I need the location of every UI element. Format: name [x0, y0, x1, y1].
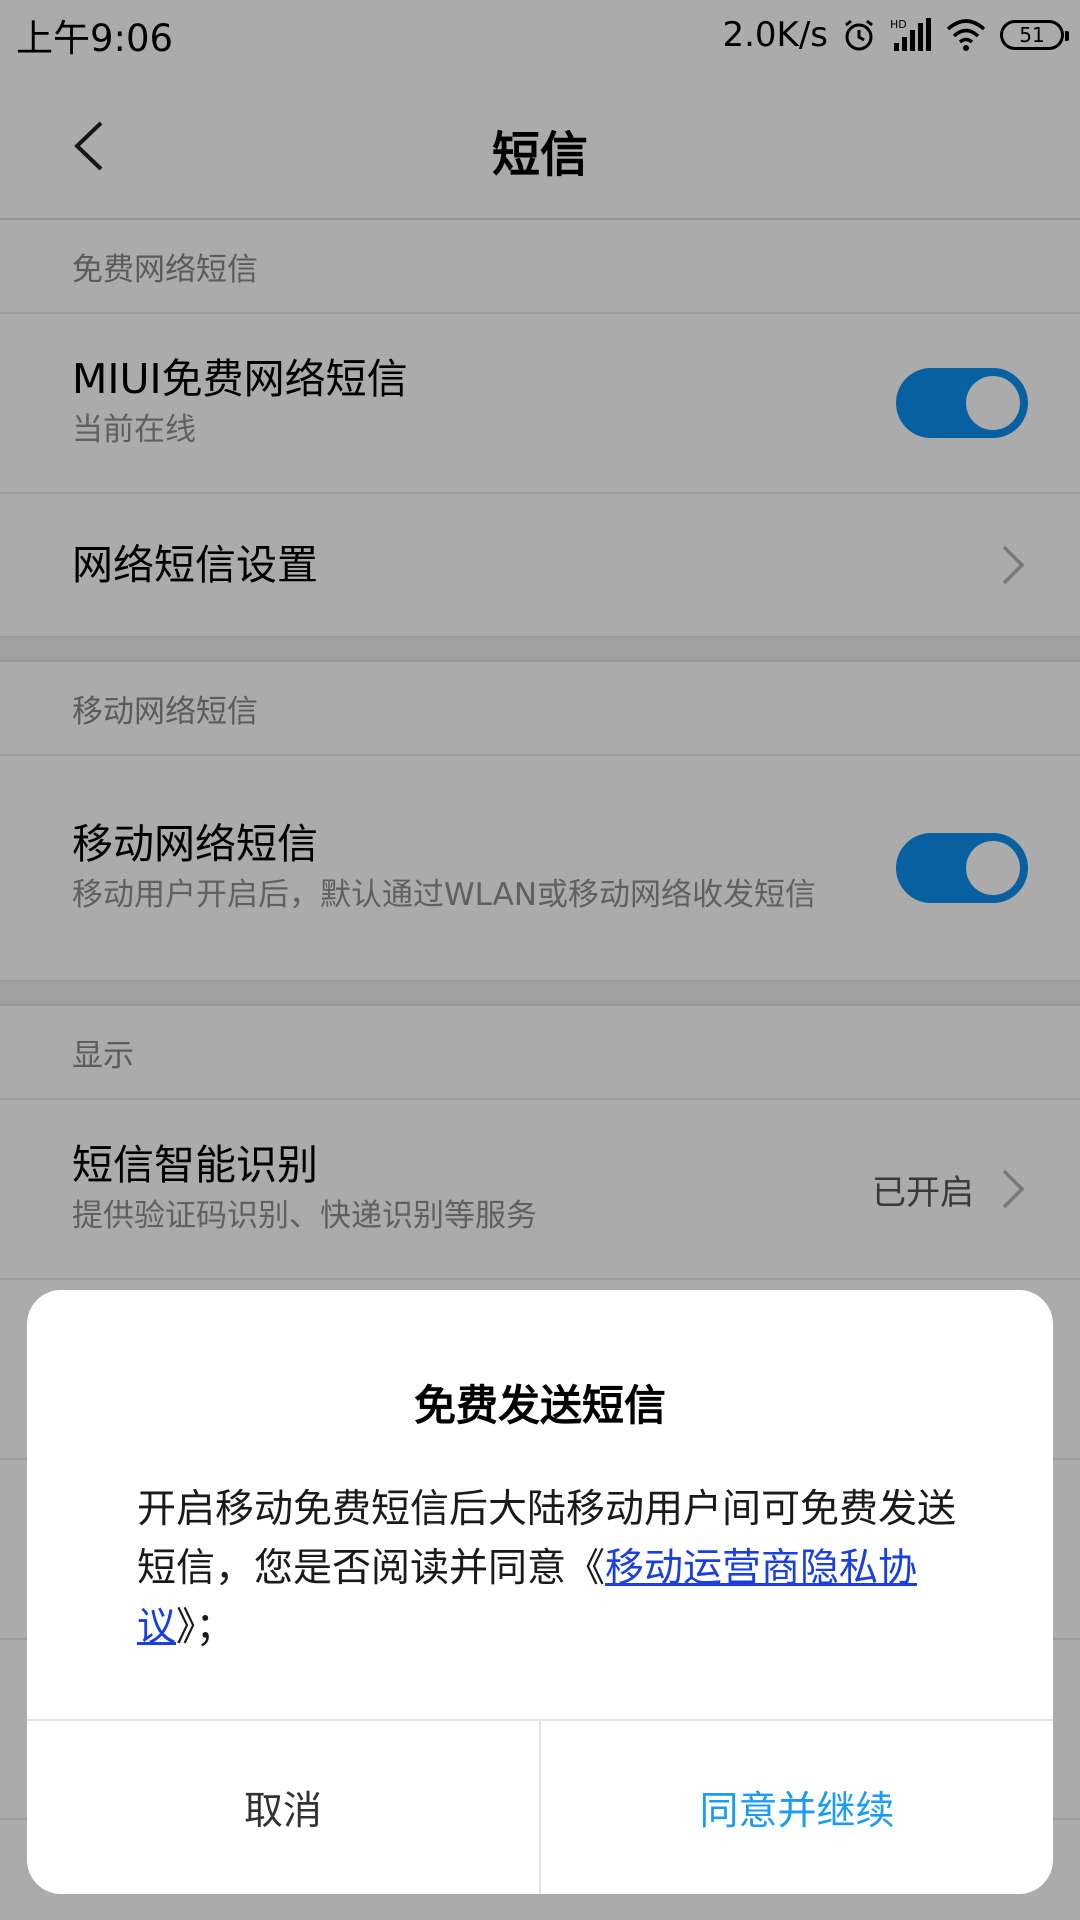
dialog-message: 开启移动免费短信后大陆移动用户间可免费发送短信，您是否阅读并同意《移动运营商隐私… — [137, 1480, 957, 1657]
screen: 上午9:06 2.0K/s HD 51 短信 免费网络短信 MIUI免费网络短信… — [0, 0, 1080, 1920]
dialog-message-tail: 》； — [176, 1605, 235, 1650]
agree-continue-button[interactable]: 同意并继续 — [541, 1721, 1053, 1894]
dialog-actions: 取消 同意并继续 — [27, 1719, 1053, 1894]
dialog-title: 免费发送短信 — [413, 1381, 666, 1430]
free-sms-dialog: 免费发送短信 开启移动免费短信后大陆移动用户间可免费发送短信，您是否阅读并同意《… — [27, 1290, 1053, 1894]
cancel-button[interactable]: 取消 — [27, 1721, 541, 1894]
